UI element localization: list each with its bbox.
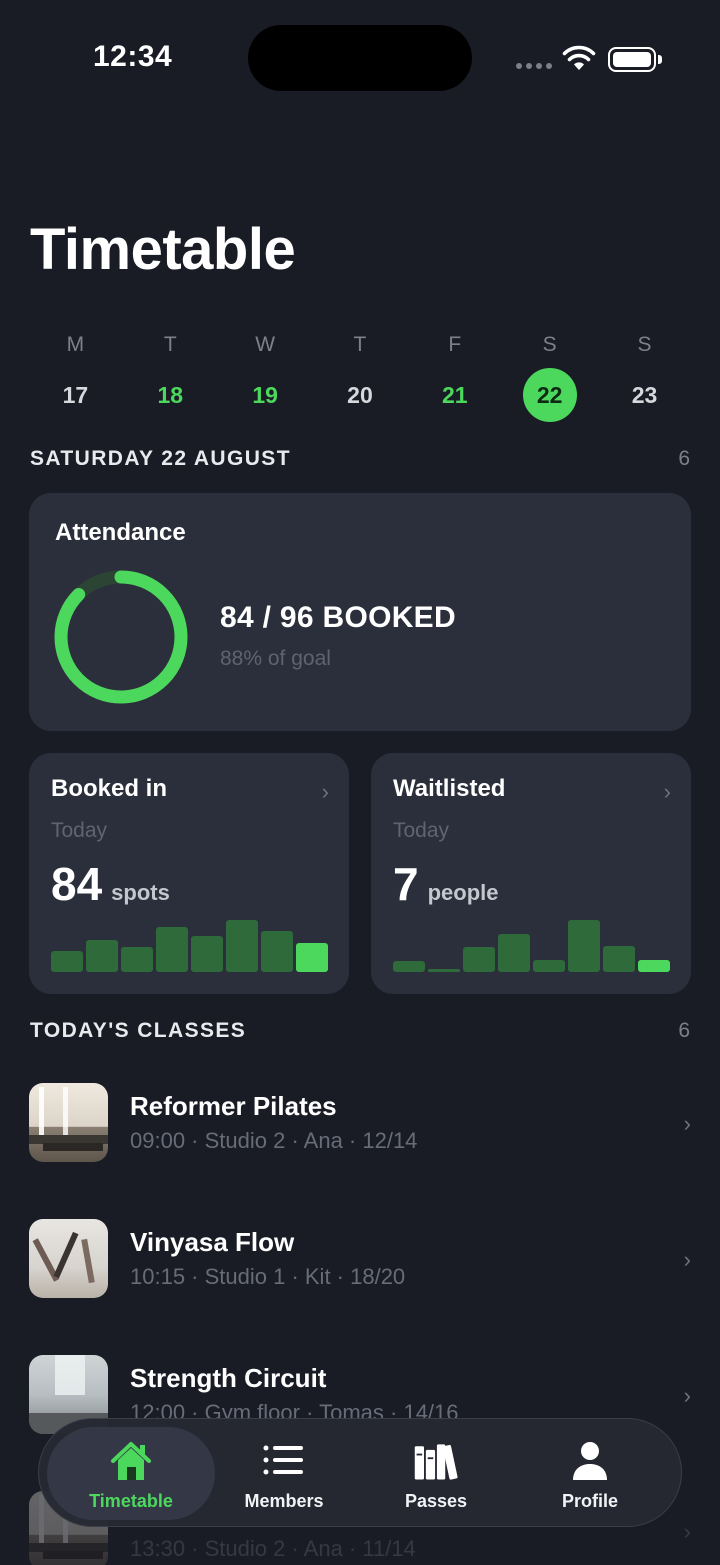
tab-timetable[interactable]: Timetable bbox=[55, 1419, 207, 1528]
day-column[interactable]: T 20 bbox=[313, 330, 408, 422]
waitlisted-bar-chart bbox=[393, 920, 670, 972]
tab-bar: Timetable Members Passes Profile bbox=[38, 1418, 682, 1527]
day-of-week-label: S bbox=[637, 333, 652, 356]
date-number[interactable]: 21 bbox=[428, 368, 482, 422]
booked-in-value: 84 bbox=[51, 858, 103, 910]
list-icon bbox=[260, 1439, 308, 1483]
booked-in-bar bbox=[261, 931, 293, 972]
class-name: Reformer Pilates bbox=[130, 1091, 337, 1121]
waitlisted-bar bbox=[393, 961, 425, 972]
booked-in-card[interactable]: Booked in › Today 84 spots bbox=[29, 753, 349, 994]
dynamic-island bbox=[248, 25, 472, 91]
class-thumbnail bbox=[29, 1083, 108, 1162]
attendance-title: Attendance bbox=[55, 519, 186, 546]
booked-in-period: Today bbox=[51, 819, 108, 842]
date-number[interactable]: 17 bbox=[48, 368, 102, 422]
cellular-signal-icon bbox=[516, 63, 552, 69]
booked-in-bar bbox=[226, 920, 258, 972]
date-number[interactable]: 18 bbox=[143, 368, 197, 422]
person-icon bbox=[566, 1439, 614, 1483]
classes-heading: TODAY'S CLASSES bbox=[30, 1019, 247, 1042]
booked-in-bar bbox=[51, 951, 83, 972]
chevron-right-icon: › bbox=[683, 1111, 691, 1136]
books-icon bbox=[412, 1439, 460, 1483]
class-details: 10:15 · Studio 1 · Kit · 18/20 bbox=[130, 1264, 406, 1289]
waitlisted-period: Today bbox=[393, 819, 450, 842]
classes-count: 6 bbox=[678, 1019, 690, 1042]
attendance-subtitle: 88% of goal bbox=[220, 647, 331, 670]
booked-in-bar bbox=[156, 927, 188, 972]
chevron-right-icon: › bbox=[683, 1383, 691, 1408]
tab-label: Members bbox=[244, 1491, 324, 1511]
day-of-week-label: T bbox=[163, 333, 177, 356]
waitlisted-value: 7 bbox=[393, 858, 419, 910]
waitlisted-bar bbox=[568, 920, 600, 972]
class-details: 09:00 · Studio 2 · Ana · 12/14 bbox=[130, 1128, 418, 1153]
chevron-right-icon: › bbox=[683, 1247, 691, 1272]
tab-passes[interactable]: Passes bbox=[360, 1419, 512, 1528]
tab-label: Timetable bbox=[89, 1491, 173, 1511]
day-column[interactable]: T 18 bbox=[123, 330, 218, 422]
battery-icon bbox=[608, 47, 656, 72]
chevron-right-icon: › bbox=[321, 779, 329, 804]
booked-in-bar bbox=[191, 936, 223, 972]
week-strip: M 17 T 18 W 19 T 20 F 21 S 22 S 23 bbox=[28, 330, 692, 422]
booked-in-bar bbox=[296, 943, 328, 972]
selected-date[interactable]: 22 bbox=[522, 368, 577, 422]
class-list-item[interactable]: Reformer Pilates 09:00 · Studio 2 · Ana ·… bbox=[29, 1083, 691, 1163]
day-column[interactable]: S 23 bbox=[597, 330, 692, 422]
waitlisted-bar bbox=[533, 960, 565, 972]
booked-in-title: Booked in bbox=[51, 775, 168, 802]
day-column[interactable]: S 22 bbox=[502, 330, 597, 422]
house-icon bbox=[107, 1439, 155, 1483]
booked-in-unit: spots bbox=[111, 880, 170, 905]
waitlisted-bar bbox=[428, 969, 460, 972]
day-of-week-label: M bbox=[66, 333, 85, 356]
date-number[interactable]: 23 bbox=[617, 368, 671, 422]
class-name: Strength Circuit bbox=[130, 1363, 327, 1393]
tab-label: Passes bbox=[404, 1491, 468, 1511]
tab-label: Profile bbox=[561, 1491, 618, 1511]
day-column[interactable]: M 17 bbox=[28, 330, 123, 422]
attendance-value: 84 / 96 BOOKED bbox=[220, 601, 456, 634]
booked-in-bar-chart bbox=[51, 920, 328, 972]
day-of-week-label: F bbox=[448, 333, 462, 356]
day-column[interactable]: F 21 bbox=[407, 330, 502, 422]
class-list-item[interactable]: Vinyasa Flow 10:15 · Studio 1 · Kit · 18/… bbox=[29, 1219, 691, 1299]
class-thumbnail bbox=[29, 1219, 108, 1298]
status-icons bbox=[516, 44, 662, 74]
tab-members[interactable]: Members bbox=[208, 1419, 360, 1528]
waitlisted-bar bbox=[463, 947, 495, 972]
page-title: Timetable bbox=[30, 217, 296, 282]
waitlisted-bar bbox=[603, 946, 635, 972]
class-name: Vinyasa Flow bbox=[130, 1227, 295, 1257]
waitlisted-bar bbox=[638, 960, 670, 972]
booked-in-bar bbox=[121, 947, 153, 972]
day-of-week-label: S bbox=[542, 333, 557, 356]
day-class-count: 6 bbox=[678, 447, 690, 470]
booked-in-bar bbox=[86, 940, 118, 972]
date-number[interactable]: 19 bbox=[238, 368, 292, 422]
wifi-icon bbox=[562, 45, 596, 70]
day-of-week-label: W bbox=[255, 333, 276, 356]
waitlisted-card[interactable]: Waitlisted › Today 7 people bbox=[371, 753, 691, 994]
waitlisted-unit: people bbox=[427, 880, 499, 905]
chevron-right-icon: › bbox=[683, 1519, 691, 1544]
waitlisted-title: Waitlisted bbox=[393, 775, 506, 802]
status-time: 12:34 bbox=[93, 40, 173, 73]
chevron-right-icon: › bbox=[663, 779, 671, 804]
class-details: 13:30 · Studio 2 · Ana · 11/14 bbox=[130, 1536, 416, 1561]
attendance-progress-ring bbox=[54, 570, 188, 704]
day-heading: SATURDAY 22 AUGUST bbox=[30, 447, 291, 470]
day-column[interactable]: W 19 bbox=[218, 330, 313, 422]
date-number[interactable]: 20 bbox=[333, 368, 387, 422]
attendance-card: Attendance 84 / 96 BOOKED 88% of goal bbox=[29, 493, 691, 731]
waitlisted-bar bbox=[498, 934, 530, 972]
day-of-week-label: T bbox=[353, 333, 367, 356]
tab-profile[interactable]: Profile bbox=[514, 1419, 666, 1528]
